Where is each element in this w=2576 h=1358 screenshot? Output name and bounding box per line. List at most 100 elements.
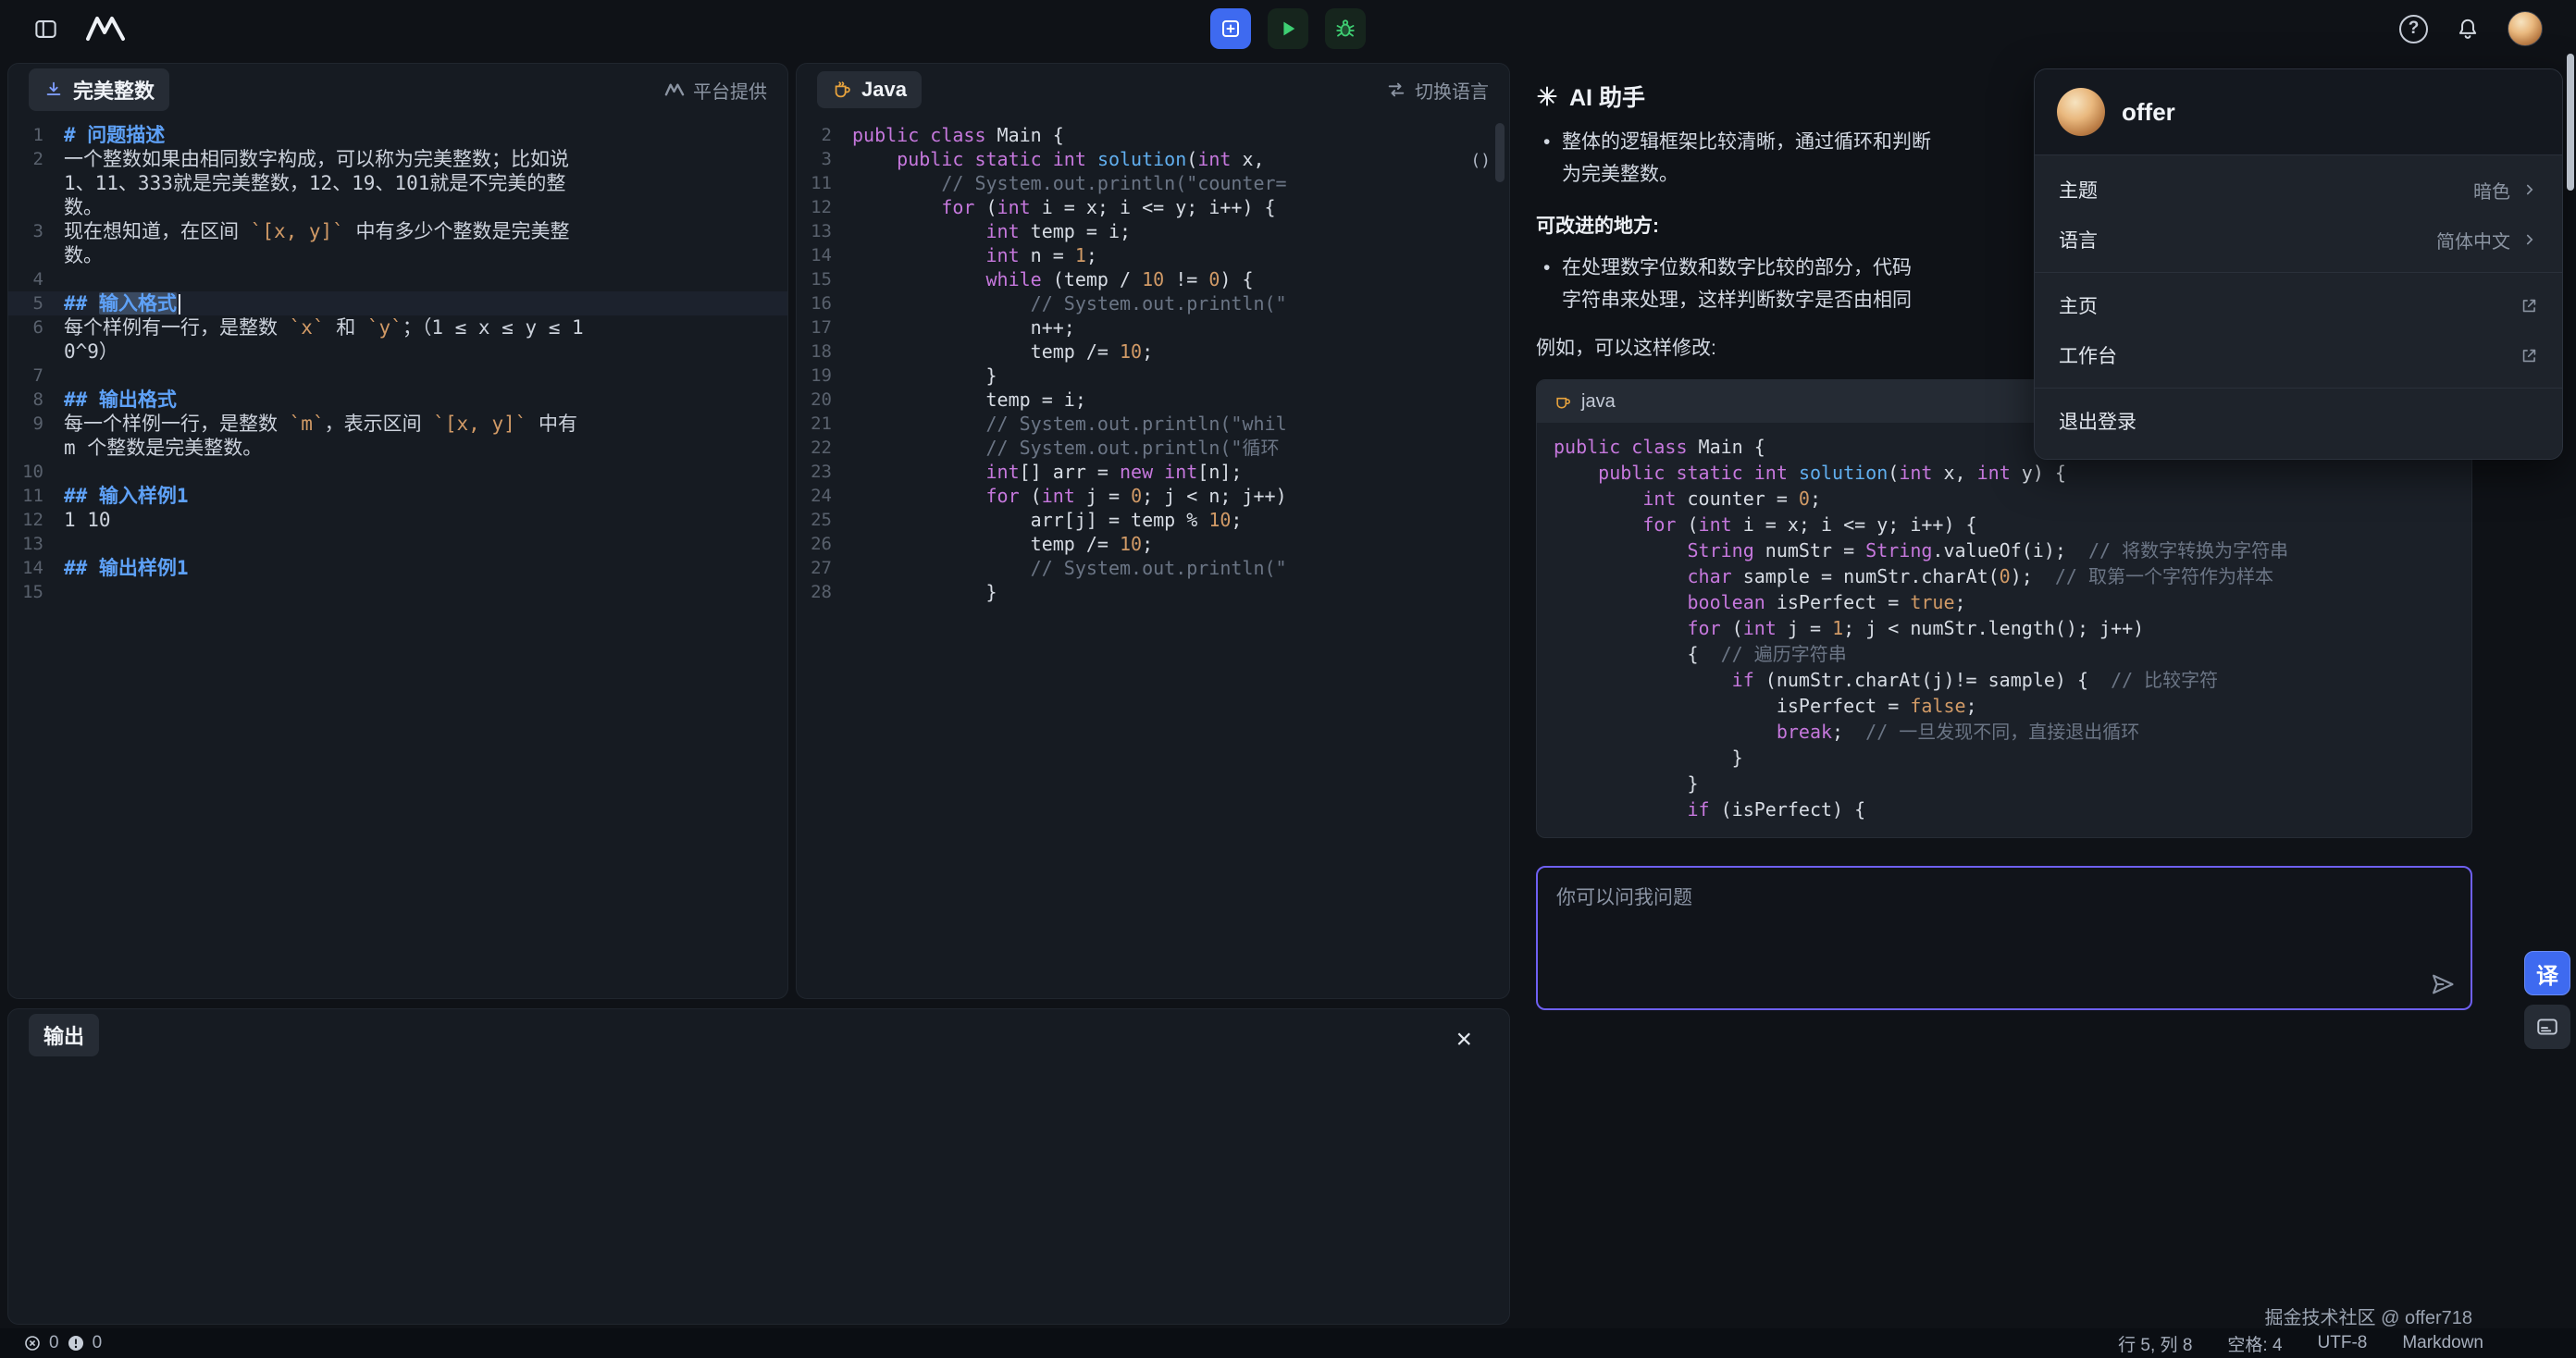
code-line: for (int i = x; i <= y; i++) { (1554, 512, 2455, 537)
code-line: break; // 一旦发现不同，直接退出循环 (1554, 719, 2455, 745)
code-line: boolean isPerfect = true; (1554, 589, 2455, 615)
code-line: String numStr = String.valueOf(i); // 将数… (1554, 537, 2455, 563)
editor-line[interactable]: 8## 输出格式 (8, 388, 787, 412)
avatar (2057, 88, 2105, 136)
editor-line[interactable]: 5## 输入格式 (8, 291, 787, 315)
errors-count: 0 (49, 1333, 59, 1353)
code-editor-panel: Java 切换语言 2public class Main {3 public s… (796, 63, 1510, 999)
warnings-count: 0 (93, 1333, 103, 1353)
download-icon (43, 80, 64, 100)
editor-line[interactable]: 11## 输入样例1 (8, 484, 787, 508)
editor-line[interactable]: 11 // System.out.println("counter= (797, 171, 1509, 195)
editor-line[interactable]: 1# 问题描述 (8, 123, 787, 147)
editor-line[interactable]: 18 temp /= 10; (797, 340, 1509, 364)
code-line: public static int solution(int x, int y)… (1554, 460, 2455, 486)
encoding[interactable]: UTF-8 (2318, 1333, 2368, 1353)
editor-line[interactable]: 23 int[] arr = new int[n]; (797, 460, 1509, 484)
editor-line[interactable]: 2一个整数如果由相同数字构成，可以称为完美整数；比如说1、11、333就是完美整… (8, 147, 787, 219)
code-editor[interactable]: 2public class Main {3 public static int … (797, 116, 1509, 604)
editor-line[interactable]: 24 for (int j = 0; j < n; j++) (797, 484, 1509, 508)
send-icon[interactable] (2430, 971, 2456, 997)
insert-block-button[interactable] (1210, 8, 1251, 49)
ai-chat-input[interactable] (1538, 868, 2471, 1008)
editor-line[interactable]: 17 n++; (797, 315, 1509, 340)
subtitles-panel-button[interactable] (2524, 1005, 2570, 1049)
problem-editor[interactable]: 1# 问题描述2一个整数如果由相同数字构成，可以称为完美整数；比如说1、11、3… (8, 116, 787, 604)
editor-line[interactable]: 14## 输出样例1 (8, 556, 787, 580)
code-line: if (isPerfect) { (1554, 796, 2455, 822)
editor-line[interactable]: 14 int n = 1; (797, 243, 1509, 267)
cursor-position[interactable]: 行 5, 列 8 (2118, 1331, 2192, 1356)
translate-button[interactable]: 译 (2524, 951, 2570, 995)
switch-language-button[interactable]: 切换语言 (1386, 77, 1489, 104)
status-bar: 0 0 行 5, 列 8 空格: 4 UTF-8 Markdown (0, 1328, 2576, 1358)
user-avatar[interactable] (2508, 11, 2543, 46)
chevron-right-icon (2521, 231, 2538, 248)
editor-line[interactable]: 22 // System.out.println("循环 (797, 436, 1509, 460)
sparkle-icon (1536, 85, 1558, 107)
editor-line[interactable]: 13 int temp = i; (797, 219, 1509, 243)
output-panel-header: 输出 (8, 1009, 1509, 1061)
errors-icon[interactable] (24, 1335, 41, 1352)
run-button[interactable] (1268, 8, 1308, 49)
menu-item-theme[interactable]: 主题 暗色 (2035, 165, 2562, 215)
editor-line[interactable]: 121 10 (8, 508, 787, 532)
editor-line[interactable]: 9每一个样例一行，是整数 `m`，表示区间 `[x, y]` 中有 m 个整数是… (8, 412, 787, 460)
language-tab-java[interactable]: Java (817, 71, 922, 108)
editor-line[interactable]: 26 temp /= 10; (797, 532, 1509, 556)
java-cup-icon (1554, 392, 1572, 411)
language-mode[interactable]: Markdown (2402, 1333, 2483, 1353)
user-menu-header: offer (2035, 69, 2562, 155)
editor-scrollbar[interactable] (1495, 123, 1505, 182)
problem-panel: 完美整数 平台提供 1# 问题描述2一个整数如果由相同数字构成，可以称为完美整数… (7, 63, 788, 999)
code-line: } (1554, 745, 2455, 771)
warnings-icon[interactable] (68, 1335, 84, 1352)
editor-line[interactable]: 20 temp = i; (797, 388, 1509, 412)
close-icon[interactable]: × (1455, 1026, 1472, 1054)
problem-title-chip[interactable]: 完美整数 (29, 68, 169, 111)
notifications-bell-icon[interactable] (2456, 17, 2480, 41)
sidebar-toggle-icon[interactable] (33, 17, 58, 42)
page-scrollbar[interactable] (2567, 54, 2574, 191)
user-dropdown-menu: offer 主题 暗色 语言 简体中文 主页 工作台 (2034, 68, 2563, 460)
community-credit: 掘金技术社区 @ offer718 (1536, 1302, 2472, 1329)
code-line: { // 遍历字符串 (1554, 641, 2455, 667)
editor-line[interactable]: 15 while (temp / 10 != 0) { (797, 267, 1509, 291)
editor-line[interactable]: 10 (8, 460, 787, 484)
editor-line[interactable]: 3 public static int solution(int x, (797, 147, 1509, 171)
editor-line[interactable]: 12 for (int i = x; i <= y; i++) { (797, 195, 1509, 219)
menu-item-home[interactable]: 主页 (2035, 280, 2562, 330)
editor-line[interactable]: 21 // System.out.println("whil (797, 412, 1509, 436)
editor-line[interactable]: 19 } (797, 364, 1509, 388)
menu-item-language[interactable]: 语言 简体中文 (2035, 215, 2562, 265)
java-cup-icon (832, 80, 852, 100)
editor-line[interactable]: 3现在想知道，在区间 `[x, y]` 中有多少个整数是完美整数。 (8, 219, 787, 267)
code-line: isPerfect = false; (1554, 693, 2455, 719)
fold-indicator[interactable]: () (1470, 151, 1491, 170)
ai-panel-title: AI 助手 (1569, 80, 1645, 113)
editor-line[interactable]: 13 (8, 532, 787, 556)
app-logo-icon[interactable] (84, 14, 127, 43)
editor-line[interactable]: 16 // System.out.println(" (797, 291, 1509, 315)
menu-item-logout[interactable]: 退出登录 (2035, 396, 2562, 446)
help-icon[interactable]: ? (2399, 15, 2428, 43)
code-block-language: java (1581, 391, 1616, 413)
code-line: int counter = 0; (1554, 486, 2455, 512)
output-panel: 输出 × (7, 1008, 1510, 1325)
indent-setting[interactable]: 空格: 4 (2227, 1331, 2282, 1356)
editor-line[interactable]: 28 } (797, 580, 1509, 604)
editor-line[interactable]: 2public class Main { (797, 123, 1509, 147)
chevron-right-icon (2521, 181, 2538, 198)
debug-button[interactable] (1325, 8, 1366, 49)
editor-line[interactable]: 25 arr[j] = temp % 10; (797, 508, 1509, 532)
editor-line[interactable]: 15 (8, 580, 787, 604)
problem-panel-header: 完美整数 平台提供 (8, 64, 787, 116)
editor-line[interactable]: 6每个样例有一行，是整数 `x` 和 `y`；（1 ≤ x ≤ y ≤ 10^9… (8, 315, 787, 364)
editor-line[interactable]: 4 (8, 267, 787, 291)
code-line: for (int j = 1; j < numStr.length(); j++… (1554, 615, 2455, 641)
editor-line[interactable]: 27 // System.out.println(" (797, 556, 1509, 580)
editor-line[interactable]: 7 (8, 364, 787, 388)
ai-chat-box (1536, 866, 2472, 1010)
platform-logo-icon (664, 82, 685, 97)
menu-item-workspace[interactable]: 工作台 (2035, 330, 2562, 380)
